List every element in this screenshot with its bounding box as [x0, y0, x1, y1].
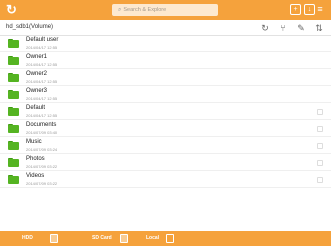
folder-icon	[8, 141, 19, 150]
select-checkbox[interactable]	[317, 160, 323, 166]
list-item[interactable]: Default 2014/04/17 12:55	[0, 104, 331, 120]
hdd-tab-label[interactable]: HDD	[22, 235, 33, 242]
download-icon[interactable]: ↓	[304, 4, 315, 15]
folder-name: Owner1	[26, 54, 48, 60]
search-placeholder: Search & Explore	[123, 7, 167, 13]
sort-icon[interactable]: ⇅	[313, 22, 325, 34]
folder-date: 2014/04/17 12:55	[26, 113, 58, 118]
folder-name: Owner3	[26, 88, 48, 94]
folder-date: 2014/04/17 12:55	[26, 96, 58, 101]
list-item[interactable]: Owner2 2014/04/17 12:55	[0, 70, 331, 86]
local-tab-label[interactable]: Local	[146, 235, 159, 242]
folder-date: 2014/04/17 12:55	[26, 45, 58, 50]
select-checkbox[interactable]	[317, 126, 323, 132]
add-icon[interactable]: +	[290, 4, 301, 15]
menu-icon[interactable]: ≡	[315, 4, 325, 14]
folder-date: 2014/07/09 03:24	[26, 147, 58, 152]
sd-card-tab-label[interactable]: SD Card	[92, 235, 112, 242]
folder-name: Default	[26, 105, 46, 111]
list-item[interactable]: Photos 2014/07/09 03:22	[0, 155, 331, 171]
list-item[interactable]: Owner3 2014/04/17 12:55	[0, 87, 331, 103]
folder-icon	[8, 158, 19, 167]
list-item[interactable]: Owner1 2014/04/17 12:55	[0, 53, 331, 69]
bottom-bar: HDD SD Card Local	[0, 231, 331, 246]
search-icon: ⌕	[118, 7, 122, 13]
share-icon[interactable]: ⑂	[277, 22, 289, 34]
hdd-icon[interactable]	[50, 234, 58, 243]
folder-name: Photos	[26, 156, 45, 162]
refresh-icon[interactable]: ↻	[6, 3, 20, 17]
folder-icon	[8, 175, 19, 184]
path-bar: hd_sdb1(Volume) ↻ ⑂ ✎ ⇅	[0, 20, 331, 36]
list-item[interactable]: Videos 2014/07/09 03:22	[0, 172, 331, 188]
select-checkbox[interactable]	[317, 109, 323, 115]
search-input[interactable]: ⌕ Search & Explore	[112, 4, 218, 16]
folder-date: 2014/04/17 12:55	[26, 62, 58, 67]
current-path: hd_sdb1(Volume)	[6, 24, 54, 30]
folder-icon	[8, 107, 19, 116]
folder-icon	[8, 73, 19, 82]
folder-icon	[8, 124, 19, 133]
folder-name: Videos	[26, 173, 45, 179]
folder-icon	[8, 39, 19, 48]
folder-icon	[8, 56, 19, 65]
folder-name: Default user	[26, 37, 59, 43]
folder-date: 2014/07/09 03:40	[26, 130, 58, 135]
top-bar: ↻ ⌕ Search & Explore + ↓ ≡	[0, 0, 331, 20]
sync-icon[interactable]: ↻	[259, 22, 271, 34]
folder-name: Music	[26, 139, 42, 145]
list-item[interactable]: Default user 2014/04/17 12:55	[0, 36, 331, 52]
folder-date: 2014/07/09 03:22	[26, 181, 58, 186]
folder-icon	[8, 90, 19, 99]
local-device-icon[interactable]	[166, 234, 174, 243]
select-checkbox[interactable]	[317, 177, 323, 183]
list-item[interactable]: Documents 2014/07/09 03:40	[0, 121, 331, 137]
list-item[interactable]: Music 2014/07/09 03:24	[0, 138, 331, 154]
folder-date: 2014/07/09 03:22	[26, 164, 58, 169]
folder-name: Owner2	[26, 71, 48, 77]
sd-card-icon[interactable]	[120, 234, 128, 243]
folder-date: 2014/04/17 12:55	[26, 79, 58, 84]
edit-icon[interactable]: ✎	[295, 22, 307, 34]
folder-name: Documents	[26, 122, 57, 128]
select-checkbox[interactable]	[317, 143, 323, 149]
